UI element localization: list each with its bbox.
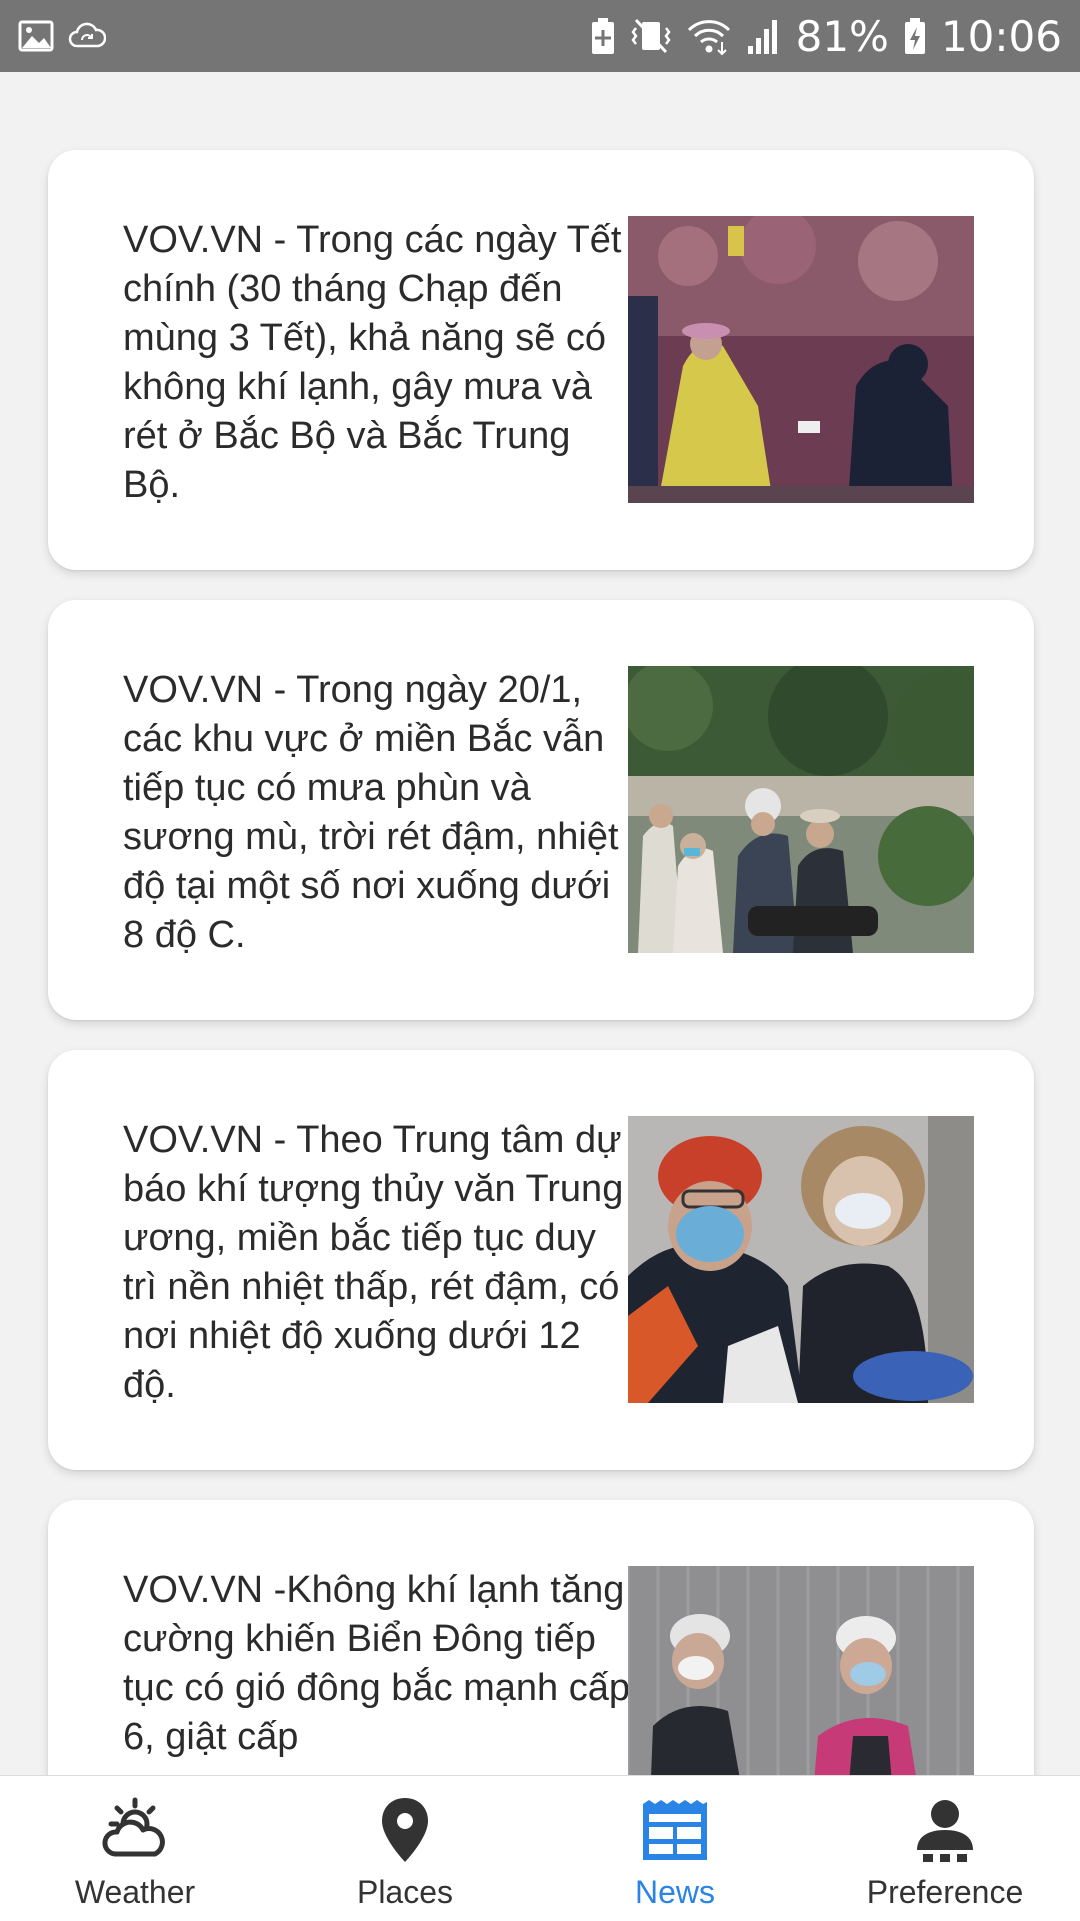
battery-charging-icon [903,16,927,56]
news-card[interactable]: VOV.VN - Trong các ngày Tết chính (30 th… [48,150,1034,570]
image-icon [18,18,54,54]
weather-icon [102,1797,165,1857]
news-photo [628,216,974,503]
bottom-navigation: Weather Places News Preference [0,1775,1080,1921]
location-pin-icon [382,1798,428,1862]
wifi-icon [686,16,732,56]
person-icon [917,1800,973,1862]
news-card[interactable]: VOV.VN -Không khí lạnh tăng cường khiến … [48,1500,1034,1775]
nav-news[interactable]: News [540,1776,810,1921]
battery-percent: 81% [795,11,889,61]
signal-icon [746,16,782,56]
battery-saver-icon [590,16,616,56]
news-card[interactable]: VOV.VN - Trong ngày 20/1, các khu vực ở … [48,600,1034,1020]
nav-places[interactable]: Places [270,1776,540,1921]
news-photo [628,1116,974,1403]
status-bar: 81% 10:06 [0,0,1080,72]
news-card[interactable]: VOV.VN - Theo Trung tâm dự báo khí tượng… [48,1050,1034,1470]
nav-weather[interactable]: Weather [0,1776,270,1921]
cloud-sync-icon [68,18,106,54]
news-list[interactable]: VOV.VN - Trong các ngày Tết chính (30 th… [0,72,1080,1775]
news-summary: VOV.VN - Trong các ngày Tết chính (30 th… [123,219,622,506]
news-icon [643,1800,707,1860]
status-left [18,18,106,54]
nav-places-label: Places [356,1874,454,1910]
nav-news-label: News [634,1874,715,1910]
clock: 10:06 [940,11,1062,61]
nav-weather-label: Weather [74,1874,196,1910]
news-summary: VOV.VN - Trong ngày 20/1, các khu vực ở … [123,669,619,956]
nav-preference-label: Preference [866,1874,1024,1910]
nav-preference[interactable]: Preference [810,1776,1080,1921]
news-photo [628,1566,974,1775]
news-summary: VOV.VN -Không khí lạnh tăng cường khiến … [123,1569,631,1758]
vibrate-icon [630,16,672,56]
news-photo [628,666,974,953]
status-right: 81% 10:06 [590,12,1062,61]
news-summary: VOV.VN - Theo Trung tâm dự báo khí tượng… [123,1119,624,1406]
